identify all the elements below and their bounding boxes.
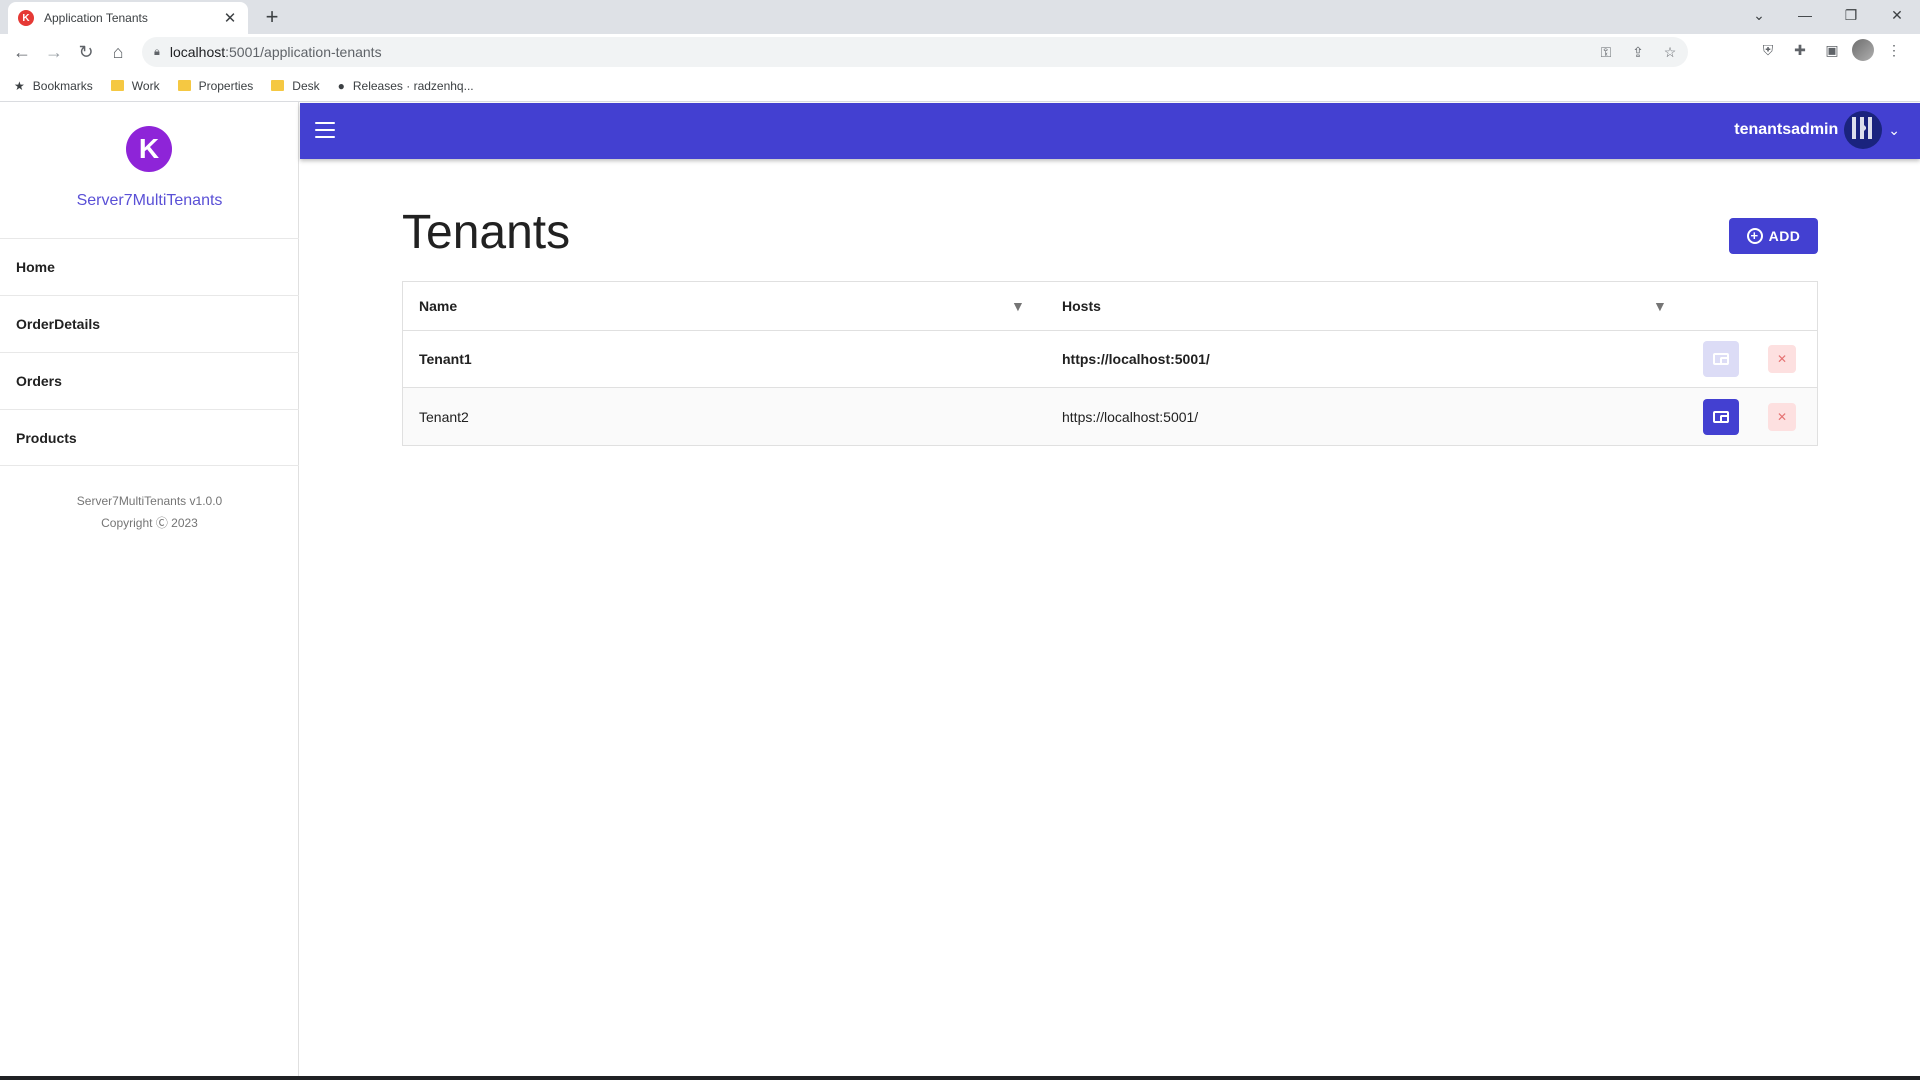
sidebar-item-products[interactable]: Products [0, 409, 299, 466]
bookmark-star-icon[interactable]: ☆ [1658, 40, 1682, 64]
lock-icon[interactable]: 🔒︎ [154, 46, 160, 59]
tenant-hosts: https://localhost:5001/ [1062, 408, 1199, 425]
kebab-menu-icon[interactable]: ⋮ [1882, 38, 1906, 62]
bookmarks-bar: ★ Bookmarks Work Properties Desk ● Release… [0, 70, 1920, 102]
browser-tab-bar: K Application Tenants ✕ + ⌄ — ❐ ✕ [0, 0, 1920, 34]
user-menu[interactable]: tenantsadmin ⌄ [1734, 111, 1900, 149]
app-header: tenantsadmin ⌄ [300, 103, 1920, 159]
sidebar-nav: Home OrderDetails Orders Products [0, 238, 299, 466]
wallet-icon [1713, 410, 1729, 423]
filter-icon[interactable]: ▼ [1653, 298, 1667, 314]
footer-version: Server7MultiTenants v1.0.0 [76, 494, 223, 508]
window-controls: ⌄ — ❐ ✕ [1736, 0, 1920, 30]
favicon-icon: K [18, 10, 34, 26]
tenants-grid: Name ▼ Hosts ▼ Tenant1 https://localhost… [402, 281, 1818, 446]
new-tab-button[interactable]: + [260, 5, 284, 29]
profile-avatar[interactable] [1852, 39, 1874, 61]
back-icon[interactable]: ← [6, 36, 38, 68]
share-icon[interactable]: ⇪ [1626, 40, 1650, 64]
close-tab-icon[interactable]: ✕ [222, 9, 238, 27]
username[interactable]: tenantsadmin [1734, 121, 1838, 139]
taskbar-edge [0, 1076, 1920, 1080]
reload-icon[interactable]: ↻ [70, 36, 102, 68]
tab-search-icon[interactable]: ⌄ [1736, 0, 1782, 30]
tenant-hosts: https://localhost:5001/ [1062, 351, 1210, 367]
sidebar-item-home[interactable]: Home [0, 238, 299, 295]
close-icon: ✕ [1776, 352, 1788, 366]
edit-button[interactable] [1703, 341, 1739, 377]
delete-button[interactable]: ✕ [1768, 402, 1796, 431]
user-avatar[interactable] [1844, 111, 1883, 149]
sidebar-footer: Server7MultiTenants v1.0.0 Copyright Ⓒ 2… [0, 490, 299, 534]
home-icon[interactable]: ⌂ [102, 36, 134, 68]
bookmark-item[interactable]: Desk [271, 79, 320, 93]
folder-icon [110, 80, 124, 91]
bookmark-item[interactable]: ● Releases · radzenhq... [338, 79, 474, 93]
app-name: Server7MultiTenants [76, 192, 223, 209]
column-header-name[interactable]: Name [419, 298, 457, 314]
shield-extension-icon[interactable]: ⛨ [1756, 38, 1780, 62]
github-icon: ● [337, 78, 345, 93]
bookmark-item[interactable]: Work [110, 79, 160, 93]
side-panel-icon[interactable]: ▣ [1820, 38, 1844, 62]
puzzle-extensions-icon[interactable]: ✚ [1788, 38, 1812, 62]
tenant-name: Tenant2 [419, 408, 469, 425]
key-icon[interactable]: ⚿ [1594, 40, 1618, 64]
edit-button[interactable] [1703, 398, 1739, 435]
tab-title: Application Tenants [44, 11, 148, 25]
forward-icon[interactable]: → [38, 36, 70, 68]
page-title: Tenants [402, 206, 571, 259]
bookmark-item[interactable]: ★ Bookmarks [14, 79, 93, 93]
table-row[interactable]: Tenant2 https://localhost:5001/ ✕ [403, 388, 1817, 445]
wallet-icon [1713, 353, 1729, 365]
column-header-hosts[interactable]: Hosts [1062, 298, 1101, 314]
browser-toolbar: ← → ↻ ⌂ 🔒︎ localhost:5001/application-te… [0, 34, 1920, 70]
chevron-down-icon[interactable]: ⌄ [1888, 122, 1900, 139]
app-logo: K [126, 126, 172, 172]
bookmark-item[interactable]: Properties [177, 79, 253, 93]
footer-copyright: Copyright Ⓒ 2023 [101, 516, 198, 530]
tenant-name: Tenant1 [419, 351, 472, 367]
minimize-button[interactable]: — [1782, 0, 1828, 30]
add-circle-icon: + [1746, 228, 1763, 244]
close-icon: ✕ [1776, 409, 1788, 424]
close-window-button[interactable]: ✕ [1874, 0, 1920, 30]
browser-tab[interactable]: K Application Tenants ✕ [8, 2, 248, 34]
folder-icon [177, 80, 191, 91]
restore-button[interactable]: ❐ [1828, 0, 1874, 30]
add-button-label: ADD [1768, 228, 1801, 244]
folder-icon [271, 80, 285, 91]
table-row[interactable]: Tenant1 https://localhost:5001/ ✕ [403, 331, 1817, 388]
add-tenant-button[interactable]: + ADD [1729, 218, 1818, 254]
menu-toggle-icon[interactable] [315, 122, 335, 138]
filter-icon[interactable]: ▼ [1011, 298, 1025, 314]
delete-button[interactable]: ✕ [1768, 345, 1796, 373]
grid-header-row: Name ▼ Hosts ▼ [403, 282, 1817, 331]
sidebar-item-orders[interactable]: Orders [0, 352, 299, 409]
star-icon: ★ [14, 78, 25, 93]
address-bar[interactable]: 🔒︎ localhost:5001/application-tenants ⚿ … [142, 37, 1688, 67]
sidebar-item-orderdetails[interactable]: OrderDetails [0, 295, 299, 352]
url-text[interactable]: localhost:5001/application-tenants [170, 44, 382, 60]
